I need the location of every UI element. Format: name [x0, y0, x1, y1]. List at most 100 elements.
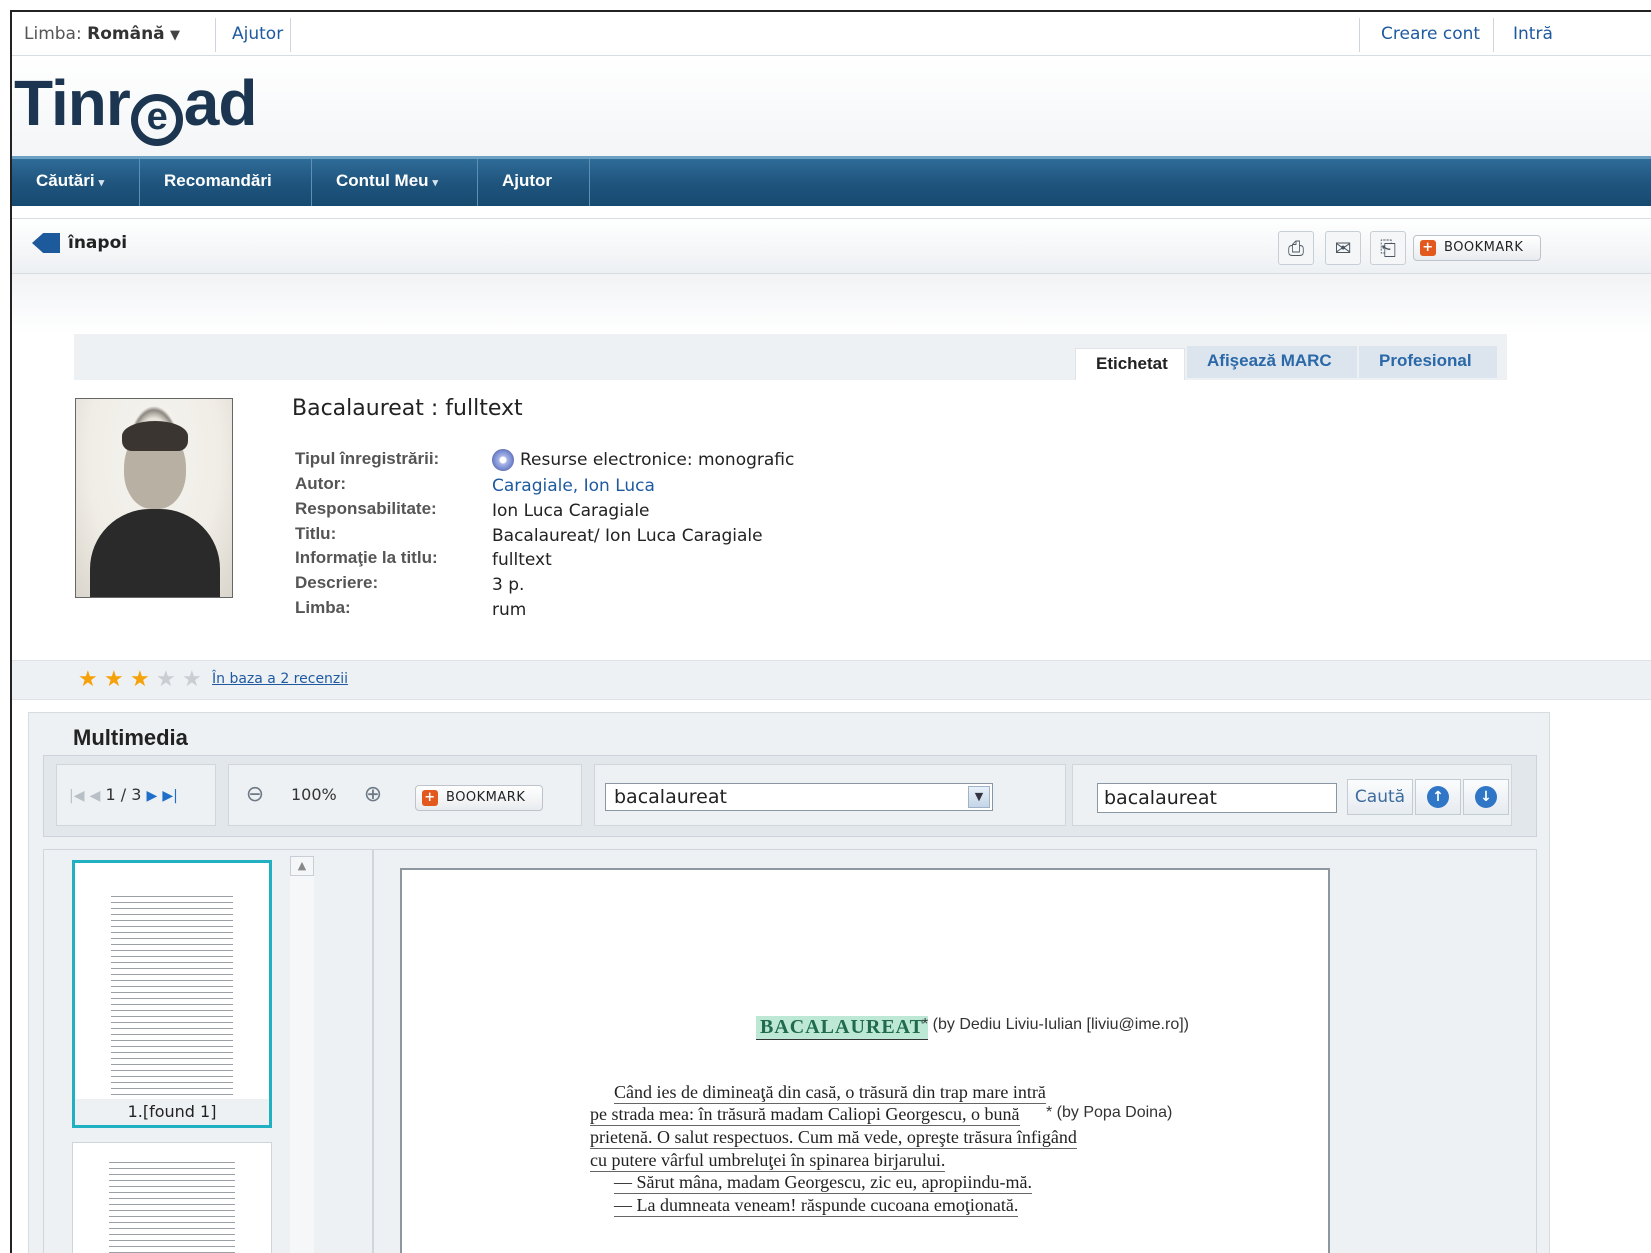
annotation[interactable]: * (by Dediu Liviu-Iulian [liviu@ime.ro])	[922, 1016, 1189, 1034]
star-icon[interactable]: ★	[104, 667, 124, 692]
thumbnail-panel: 1.[found 1] ▲	[43, 849, 373, 1253]
main-nav: Căutări ▾ Recomandări Contul Meu ▾ Ajutor	[12, 156, 1651, 206]
search-term-combo[interactable]: bacalaureat ▼	[605, 783, 993, 811]
tab-professional[interactable]: Profesional	[1359, 346, 1497, 378]
help-link[interactable]: Ajutor	[232, 20, 283, 50]
divider	[1359, 18, 1360, 52]
total-pages: 3	[131, 785, 142, 804]
thumbnail[interactable]: 1.[found 1]	[72, 860, 272, 1128]
chevron-down-icon[interactable]: ▼	[968, 786, 990, 808]
thumbnail-page-preview	[111, 893, 233, 1095]
language-selector[interactable]: Limba: Română ▼	[24, 20, 180, 50]
multimedia-title: Multimedia	[73, 725, 188, 750]
field-value: fulltext	[492, 550, 552, 570]
create-account-link[interactable]: Creare cont	[1381, 20, 1480, 50]
bookmark-button[interactable]: + BOOKMARK	[1413, 235, 1541, 261]
bookmark-label: BOOKMARK	[446, 790, 526, 805]
pager-group: |◀ ◀ 1 / 3 ▶ ▶|	[56, 764, 216, 826]
star-icon[interactable]: ★	[78, 667, 98, 692]
nav-help[interactable]: Ajutor	[478, 159, 590, 206]
field-label: Responsabilitate:	[295, 499, 437, 518]
star-empty-icon[interactable]: ★	[182, 667, 202, 692]
search-group: bacalaureat Caută ↑ ↓	[1072, 764, 1512, 826]
next-page-icon[interactable]: ▶	[147, 788, 158, 804]
view-tabs: Etichetat Afişează MARC Profesional	[74, 334, 1507, 380]
bookmark-label: BOOKMARK	[1444, 240, 1524, 255]
portrait-body	[90, 509, 220, 597]
scroll-up-icon[interactable]: ▲	[290, 856, 314, 876]
nav-label: Căutări	[36, 171, 95, 190]
first-page-icon[interactable]: |◀	[69, 788, 84, 804]
zoom-out-icon[interactable]: ⊖	[235, 775, 275, 815]
field-label: Autor:	[295, 474, 346, 493]
annotation[interactable]: * (by Popa Doina)	[1046, 1104, 1172, 1122]
nav-label: Contul Meu	[336, 171, 429, 190]
search-input[interactable]: bacalaureat	[1097, 783, 1337, 813]
record-title: Bacalaureat : fulltext	[292, 396, 523, 421]
top-bar: Limba: Română ▼ Ajutor Creare cont Intră	[12, 12, 1651, 56]
plus-icon: +	[422, 790, 438, 806]
save-icon[interactable]: ⎗	[1370, 231, 1406, 265]
document-line: — Sărut mâna, madam Georgescu, zic eu, a…	[614, 1172, 1033, 1194]
field-label: Descriere:	[295, 573, 379, 592]
document-line: Când ies de dimineaţă din casă, o trăsur…	[614, 1082, 1046, 1104]
field-label: Titlu:	[295, 524, 337, 543]
prev-page-icon[interactable]: ◀	[90, 788, 101, 804]
logo-text: Tinr	[14, 67, 131, 139]
printer-icon[interactable]: ⎙	[1278, 231, 1314, 265]
next-match-button[interactable]: ↓	[1463, 779, 1509, 815]
nav-searches[interactable]: Căutări ▾	[12, 159, 140, 206]
field-label: Tipul înregistrării:	[295, 449, 440, 468]
action-bar: înapoi ⎙ ✉ ⎗ + BOOKMARK	[12, 218, 1651, 274]
scrollbar-track[interactable]	[290, 876, 314, 1253]
document-line: prietenă. O salut respectuos. Cum mă ved…	[590, 1127, 1077, 1149]
logo-letter: e	[146, 96, 168, 138]
reviews-link[interactable]: În baza a 2 recenzii	[212, 671, 348, 687]
chevron-down-icon: ▼	[170, 28, 181, 43]
nav-label: Recomandări	[164, 171, 272, 190]
nav-recommendations[interactable]: Recomandări	[140, 159, 312, 206]
page-separator: /	[120, 785, 127, 804]
nav-label: Ajutor	[502, 171, 553, 190]
thumbnail[interactable]	[72, 1142, 272, 1253]
nav-my-account[interactable]: Contul Meu ▾	[312, 159, 478, 206]
thumbnail-caption: 1.[found 1]	[75, 1099, 269, 1125]
tab-labelled[interactable]: Etichetat	[1075, 348, 1185, 380]
previous-match-button[interactable]: ↑	[1415, 779, 1461, 815]
logo[interactable]: Tinr e ad	[14, 66, 258, 146]
multimedia-panel: Multimedia |◀ ◀ 1 / 3 ▶ ▶| ⊖ 100% ⊕ + BO…	[28, 712, 1550, 1253]
divider	[1493, 18, 1494, 52]
pager: |◀ ◀ 1 / 3 ▶ ▶|	[69, 785, 178, 804]
document-viewer: BACALAUREAT * (by Dediu Liviu-Iulian [li…	[373, 849, 1537, 1253]
current-page: 1	[105, 785, 116, 804]
rating-bar: ★ ★ ★ ★ ★ În baza a 2 recenzii	[12, 660, 1651, 700]
author-link[interactable]: Caragiale, Ion Luca	[492, 476, 655, 496]
arrow-down-icon: ↓	[1475, 786, 1497, 808]
tab-marc[interactable]: Afişează MARC	[1187, 346, 1357, 378]
last-page-icon[interactable]: ▶|	[162, 788, 177, 804]
document-line: pe strada mea: în trăsură madam Caliopi …	[590, 1104, 1020, 1126]
bookmark-button[interactable]: + BOOKMARK	[415, 785, 543, 811]
search-combo-group: bacalaureat ▼	[594, 764, 1066, 826]
chevron-down-icon: ▾	[98, 177, 105, 189]
divider	[215, 18, 216, 52]
star-icon[interactable]: ★	[130, 667, 150, 692]
back-arrow-icon	[32, 233, 60, 253]
search-button[interactable]: Caută	[1347, 779, 1413, 815]
field-value: Bacalaureat/ Ion Luca Caragiale	[492, 526, 763, 546]
zoom-in-icon[interactable]: ⊕	[353, 775, 393, 815]
language-label: Limba:	[24, 24, 82, 44]
document-page: BACALAUREAT * (by Dediu Liviu-Iulian [li…	[400, 868, 1330, 1253]
combo-value: bacalaureat	[614, 786, 727, 808]
login-link[interactable]: Intră	[1513, 20, 1553, 50]
field-value: 3 p.	[492, 575, 525, 595]
logo-magnifier-icon: e	[130, 94, 183, 146]
email-icon[interactable]: ✉	[1325, 231, 1361, 265]
chevron-down-icon: ▾	[432, 177, 439, 189]
portrait-hair	[122, 421, 188, 451]
logo-text: ad	[183, 67, 258, 139]
star-empty-icon[interactable]: ★	[156, 667, 176, 692]
divider	[290, 18, 291, 52]
document-line: cu putere vârful umbreluţei în spinarea …	[590, 1150, 946, 1172]
back-button[interactable]: înapoi	[32, 233, 127, 253]
